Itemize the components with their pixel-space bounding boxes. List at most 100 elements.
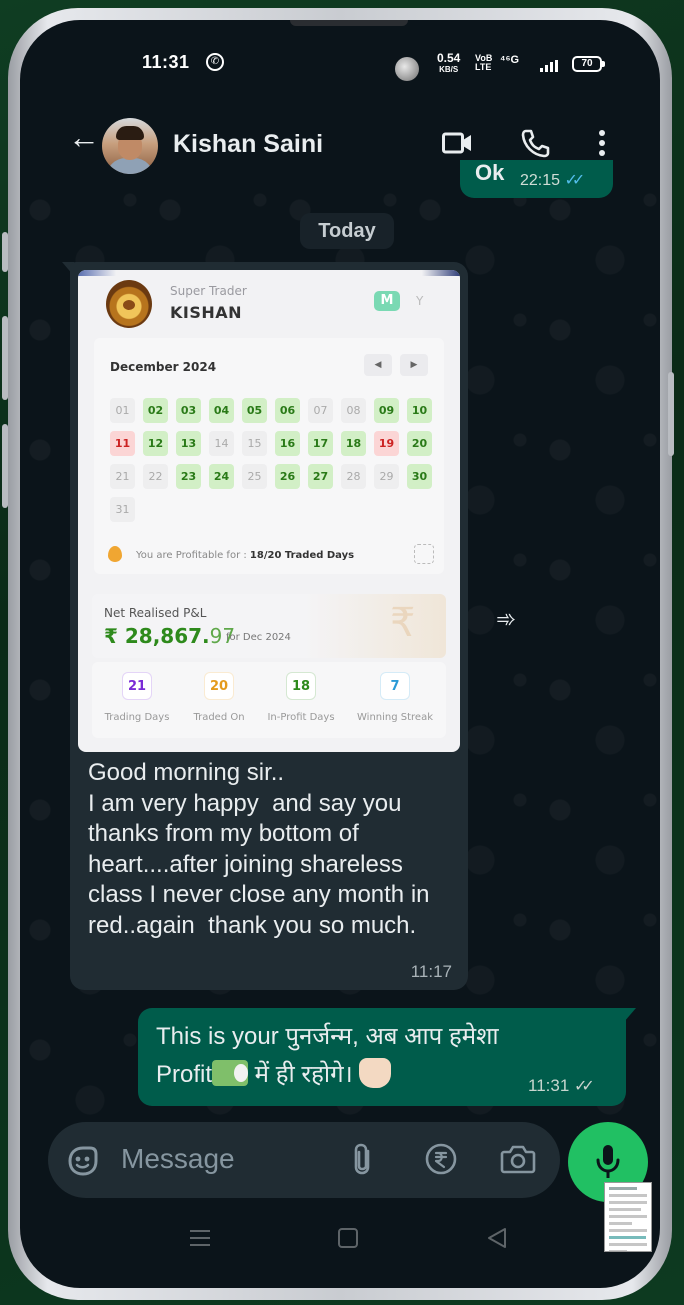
message-time: 11:17: [410, 962, 452, 981]
stat-label: Trading Days: [104, 712, 170, 723]
message-text: Ok: [475, 160, 505, 185]
sticker-icon[interactable]: [66, 1144, 100, 1178]
calendar-day: 12: [143, 431, 168, 456]
rupee-watermark-icon: ₹: [390, 600, 416, 646]
voice-call-icon[interactable]: [520, 128, 550, 158]
forward-icon[interactable]: ➾: [488, 602, 524, 638]
system-back-icon[interactable]: [485, 1226, 509, 1250]
calendar-day: 29: [374, 464, 399, 489]
calendar-day: 26: [275, 464, 300, 489]
outgoing-message-bubble[interactable]: Ok 22:15 ✓✓: [460, 160, 613, 198]
rupee-payment-icon[interactable]: [424, 1142, 458, 1176]
network-speed: 0.54 KB/S: [437, 51, 461, 75]
volte-indicator: VoB LTE: [475, 53, 493, 72]
date-divider: Today: [300, 213, 394, 249]
battery-level: 70: [581, 58, 593, 69]
calendar-day: 05: [242, 398, 267, 423]
screenshot-icon: [414, 544, 434, 564]
calendar-day: 11: [110, 431, 135, 456]
calendar-day: 28: [341, 464, 366, 489]
read-ticks-icon: ✓✓: [564, 172, 586, 189]
battery-icon: 70: [572, 56, 605, 72]
lion-logo: [106, 280, 152, 328]
year-toggle: Y: [416, 294, 424, 308]
calendar-day: 01: [110, 398, 135, 423]
message-input-bar: Message: [48, 1122, 560, 1198]
whatsapp-status-icon: ✆: [206, 53, 224, 71]
calendar-day: 27: [308, 464, 333, 489]
more-menu-icon[interactable]: [598, 129, 606, 157]
contact-name[interactable]: Kishan Saini: [173, 130, 323, 159]
attach-icon[interactable]: [350, 1142, 376, 1176]
pnl-card: ₹ Net Realised P&L ₹ 28,867.97 for Dec 2…: [92, 594, 446, 658]
network-speed-value: 0.54: [437, 51, 461, 65]
stat-value: 20: [204, 672, 234, 700]
calendar-day: 16: [275, 431, 300, 456]
calendar-day: 18: [341, 431, 366, 456]
stat-trading-days: 21 Trading Days: [92, 672, 182, 723]
calendar-day: 23: [176, 464, 201, 489]
trader-name: KISHAN: [170, 303, 243, 322]
side-button: [2, 316, 8, 400]
profitable-label: You are Profitable for :: [136, 550, 247, 561]
reply-line-2-end: में ही रहोगे।: [248, 1061, 360, 1088]
calendar-day: 17: [308, 431, 333, 456]
calendar-day: 25: [242, 464, 267, 489]
back-arrow-icon[interactable]: ←: [68, 120, 100, 154]
calendar-day: 03: [176, 398, 201, 423]
stat-value: 21: [122, 672, 152, 700]
stat-label: Traded On: [193, 712, 245, 723]
stat-label: Winning Streak: [357, 712, 433, 723]
calendar-day: 22: [143, 464, 168, 489]
video-call-icon[interactable]: [442, 132, 472, 154]
status-bar: 11:31 ✆ 0.54 KB/S VoB LTE ⁴⁶G 70: [20, 20, 660, 100]
camera-icon[interactable]: [500, 1144, 536, 1174]
reply-line-2-start: Profit: [156, 1061, 213, 1088]
system-nav-bar: [20, 1216, 660, 1266]
message-text: Good morning sir.. I am very happy and s…: [88, 759, 430, 939]
status-time: 11:31: [142, 52, 190, 72]
pnl-value-int: ₹ 28,867.: [104, 624, 210, 648]
home-icon[interactable]: [338, 1228, 358, 1248]
stat-in-profit-days: 18 In-Profit Days: [256, 672, 346, 723]
calendar-day: 04: [209, 398, 234, 423]
pnl-label: Net Realised P&L: [104, 606, 207, 620]
pnl-value: ₹ 28,867.97: [104, 624, 235, 648]
thumbs-up-emoji-icon: [359, 1058, 392, 1088]
delivered-ticks-icon: ✓✓: [574, 1078, 595, 1095]
calendar-day: 14: [209, 431, 234, 456]
month-toggle: M: [374, 291, 400, 311]
message-time: 11:31 ✓✓: [528, 1076, 595, 1096]
trader-subtitle: Super Trader: [170, 284, 247, 298]
profitable-summary: You are Profitable for : 18/20 Traded Da…: [136, 550, 354, 561]
incoming-image-message[interactable]: Super Trader KISHAN M Y December 2024 ◀ …: [70, 262, 468, 990]
calendar-day: 13: [176, 431, 201, 456]
calendar-day: 20: [407, 431, 432, 456]
shared-pnl-screenshot[interactable]: Super Trader KISHAN M Y December 2024 ◀ …: [78, 270, 460, 752]
message-timestamp: 11:31: [528, 1076, 570, 1095]
message-time: 22:15 ✓✓: [520, 170, 586, 190]
calendar-day: 08: [341, 398, 366, 423]
outgoing-message-bubble[interactable]: This is your पुनर्जन्म, अब आप हमेशा Prof…: [138, 1008, 626, 1106]
calendar-day: 02: [143, 398, 168, 423]
stat-traded-on: 20 Traded On: [174, 672, 264, 723]
calendar-month: December 2024: [110, 360, 217, 374]
top-notch: [290, 20, 408, 26]
phone-screen: 11:31 ✆ 0.54 KB/S VoB LTE ⁴⁶G 70 ← Kisha…: [20, 20, 660, 1288]
stat-value: 7: [380, 672, 410, 700]
mic-icon: [596, 1145, 620, 1178]
side-button: [2, 232, 8, 272]
next-month-icon: ▶: [400, 354, 428, 376]
stat-label: In-Profit Days: [267, 712, 335, 723]
calendar-day: 24: [209, 464, 234, 489]
prev-month-icon: ◀: [364, 354, 392, 376]
contact-avatar[interactable]: [102, 118, 158, 174]
calendar-day: 15: [242, 431, 267, 456]
calendar-day: 21: [110, 464, 135, 489]
stat-winning-streak: 7 Winning Streak: [350, 672, 440, 723]
reply-line-1: This is your पुनर्जन्म, अब आप हमेशा: [156, 1023, 499, 1050]
calendar-day: 31: [110, 497, 135, 522]
network-speed-unit: KB/S: [439, 65, 459, 74]
recent-apps-icon[interactable]: [190, 1228, 210, 1248]
message-input[interactable]: Message: [121, 1143, 235, 1175]
